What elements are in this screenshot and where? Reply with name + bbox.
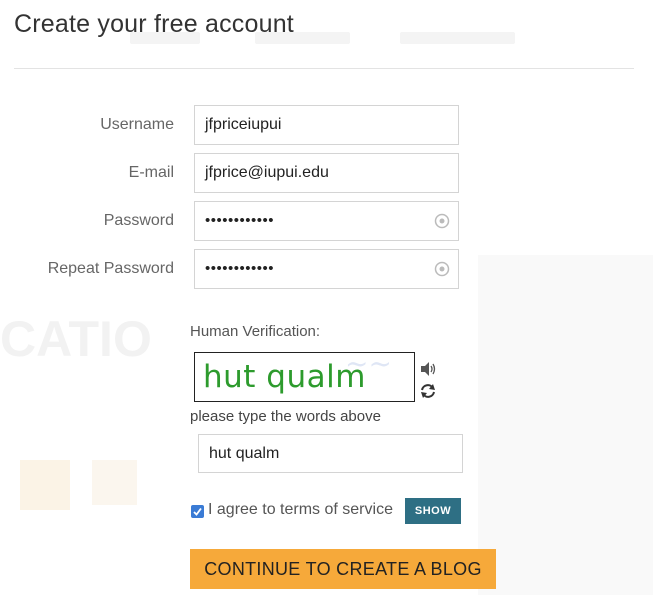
email-label: E-mail xyxy=(128,164,174,181)
captcha-answer-value: hut qualm xyxy=(209,445,280,462)
repeat-password-label: Repeat Password xyxy=(47,260,174,277)
title-divider xyxy=(14,68,634,69)
background-tile xyxy=(20,460,70,510)
refresh-icon[interactable] xyxy=(419,382,437,400)
email-value: jfprice@iupui.edu xyxy=(205,164,329,181)
repeat-password-field[interactable]: •••••••••••• xyxy=(194,249,459,289)
checkmark-icon xyxy=(193,507,202,516)
captcha-image: ~~ hut qualm xyxy=(194,352,415,402)
username-value: jfpriceiupui xyxy=(205,116,282,133)
page-title: Create your free account xyxy=(14,10,294,38)
eye-icon[interactable] xyxy=(434,213,450,229)
password-label: Password xyxy=(103,212,174,229)
email-field[interactable]: jfprice@iupui.edu xyxy=(194,153,459,193)
audio-icon[interactable] xyxy=(419,360,437,378)
background-heading-fragment: CATIO xyxy=(0,311,152,367)
captcha-instruction: please type the words above xyxy=(190,408,381,425)
repeat-password-value: •••••••••••• xyxy=(205,260,275,277)
background-tile xyxy=(92,460,137,505)
show-terms-button[interactable]: SHOW xyxy=(405,498,461,524)
password-value: •••••••••••• xyxy=(205,212,275,229)
captcha-answer-field[interactable]: hut qualm xyxy=(198,434,463,473)
password-field[interactable]: •••••••••••• xyxy=(194,201,459,241)
background-side-panel xyxy=(478,255,653,595)
terms-label[interactable]: I agree to terms of service xyxy=(208,501,393,519)
captcha-text: hut qualm xyxy=(203,359,366,395)
terms-checkbox[interactable] xyxy=(191,505,204,518)
username-label: Username xyxy=(100,116,174,133)
human-verification-label: Human Verification: xyxy=(190,323,321,340)
continue-create-blog-button[interactable]: CONTINUE TO CREATE A BLOG xyxy=(190,549,496,589)
eye-icon[interactable] xyxy=(434,261,450,277)
username-field[interactable]: jfpriceiupui xyxy=(194,105,459,145)
background-nav-item xyxy=(400,32,515,44)
